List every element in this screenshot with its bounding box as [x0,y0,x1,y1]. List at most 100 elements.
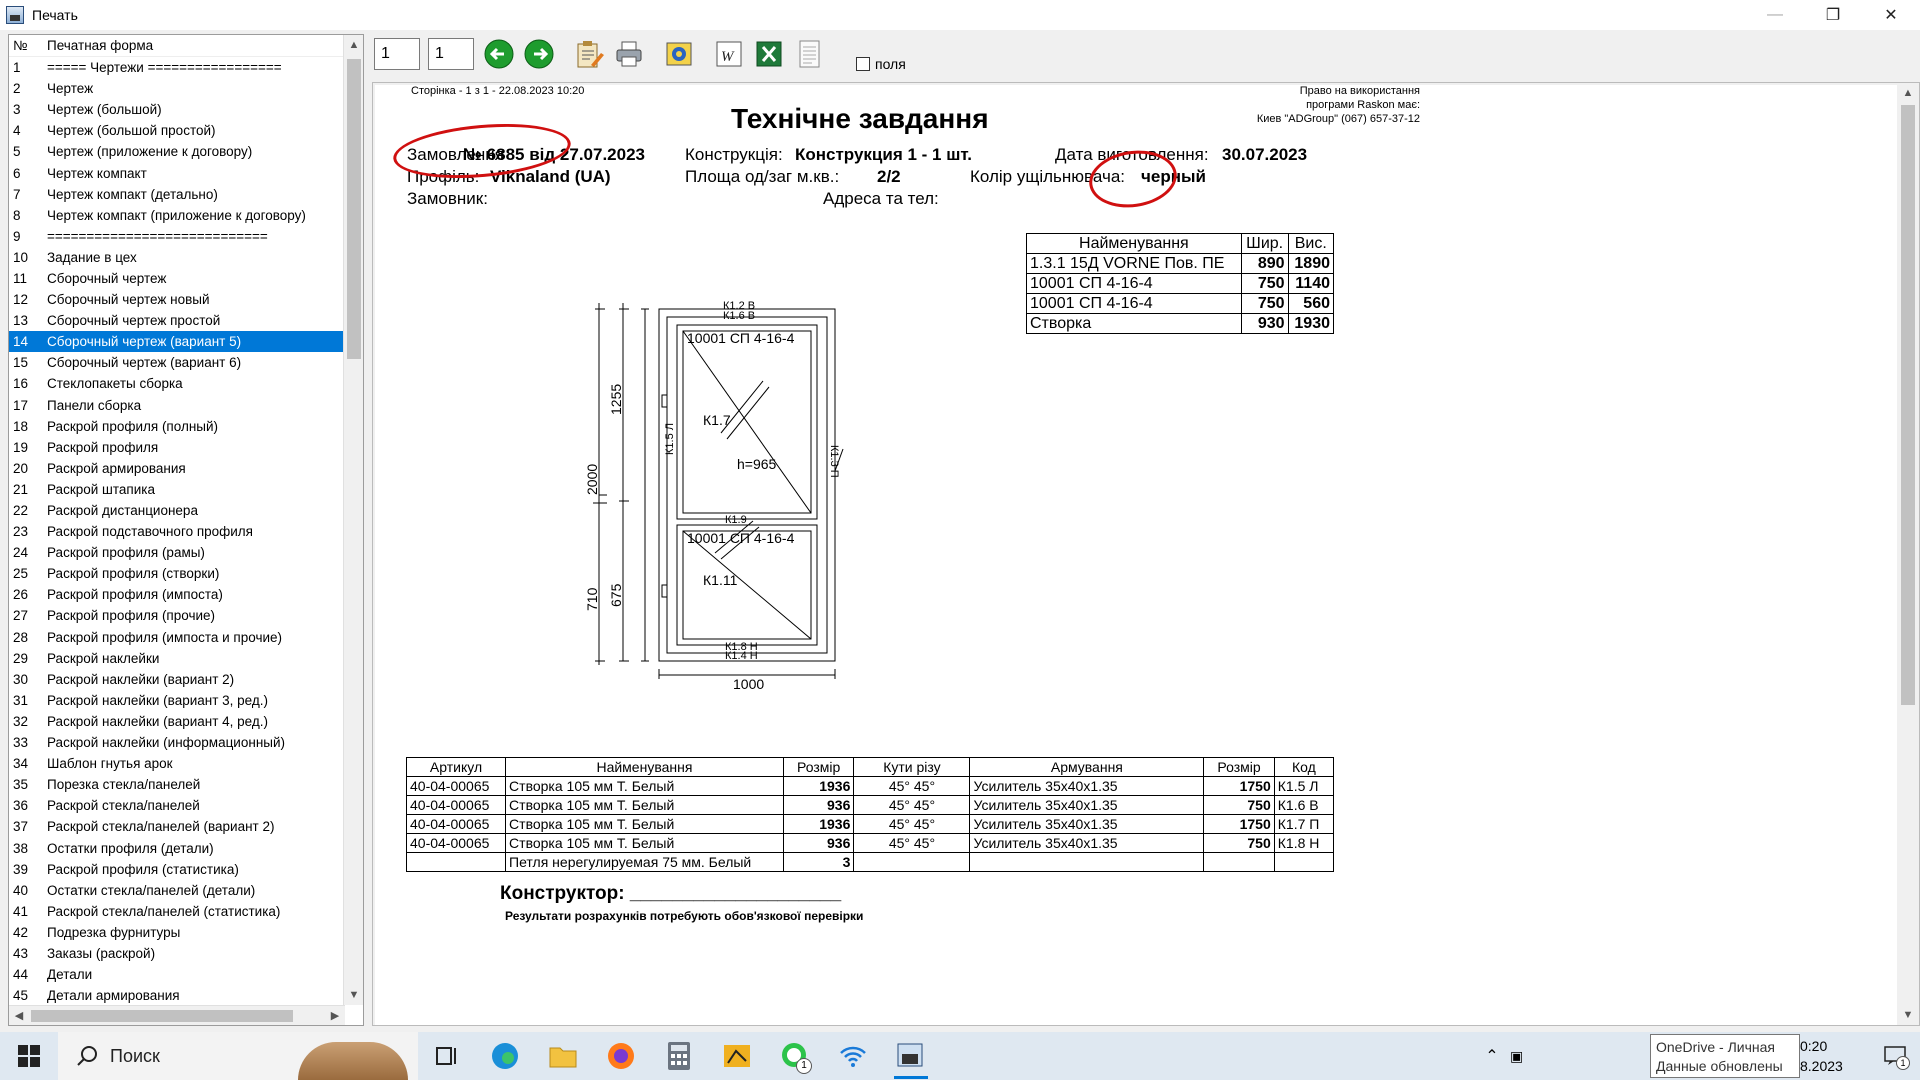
column-header-number[interactable]: № [9,38,47,53]
list-item[interactable]: 16 Стеклопакеты сборка [9,373,363,394]
list-item-label: Чертеж (большой) [47,102,162,118]
list-item[interactable]: 25 Раскрой профиля (створки) [9,563,363,584]
list-item[interactable]: 1 ===== Чертежи ================= [9,57,363,78]
list-item[interactable]: 17 Панели сборка [9,395,363,416]
print-button[interactable] [612,37,646,71]
list-item[interactable]: 4 Чертеж (большой простой) [9,120,363,141]
list-item[interactable]: 2 Чертеж [9,78,363,99]
list-item[interactable]: 21 Раскрой штапика [9,479,363,500]
close-button[interactable]: ✕ [1862,0,1920,30]
taskbar-edge[interactable] [476,1032,534,1080]
list-item[interactable]: 9 ============================ [9,226,363,247]
scrollbar-thumb[interactable] [31,1010,293,1022]
print-form-list[interactable]: № Печатная форма 1 ===== Чертежи ========… [8,34,364,1026]
list-item[interactable]: 31 Раскрой наклейки (вариант 3, ред.) [9,690,363,711]
list-item[interactable]: 8 Чертеж компакт (приложение к договору) [9,205,363,226]
list-item[interactable]: 14 Сборочный чертеж (вариант 5) [9,331,363,353]
list-item[interactable]: 13 Сборочный чертеж простой [9,310,363,331]
list-item[interactable]: 41 Раскрой стекла/панелей (статистика) [9,901,363,922]
search-highlight-image [298,1042,408,1080]
notifications-button[interactable]: 1 [1870,1046,1920,1070]
tray-expand-icon[interactable]: ⌃ [1474,1046,1510,1066]
scrollbar-thumb[interactable] [347,59,361,359]
taskbar-firefox[interactable] [592,1032,650,1080]
taskbar-raskon[interactable] [882,1032,940,1080]
start-button[interactable] [0,1032,58,1080]
meet-now-icon[interactable]: ▣ [1510,1048,1540,1065]
preview-vertical-scrollbar[interactable]: ▲ ▼ [1897,83,1919,1025]
list-item[interactable]: 43 Заказы (раскрой) [9,943,363,964]
page-to-input[interactable] [428,38,474,70]
scroll-up-arrow-icon[interactable]: ▲ [1897,83,1919,103]
list-item[interactable]: 44 Детали [9,964,363,985]
list-horizontal-scrollbar[interactable]: ◀ ▶ [9,1005,345,1025]
spec-cell: 560 [1287,293,1335,314]
export-word-button[interactable]: W [712,37,746,71]
list-item[interactable]: 26 Раскрой профиля (импоста) [9,584,363,605]
list-item[interactable]: 28 Раскрой профиля (импоста и прочие) [9,627,363,648]
page-setup-button[interactable] [572,37,606,71]
list-item[interactable]: 15 Сборочный чертеж (вариант 6) [9,352,363,373]
fields-checkbox-box[interactable] [856,57,870,71]
export-text-button[interactable] [792,37,826,71]
list-item[interactable]: 19 Раскрой профиля [9,437,363,458]
taskbar-search[interactable]: Поиск [58,1032,418,1080]
list-item[interactable]: 33 Раскрой наклейки (информационный) [9,732,363,753]
column-header-name[interactable]: Печатная форма [47,38,153,53]
taskbar-whatsapp[interactable]: 1 [766,1032,824,1080]
list-item-label: Сборочный чертеж новый [47,292,210,308]
list-item[interactable]: 32 Раскрой наклейки (вариант 4, ред.) [9,711,363,732]
taskbar-clock[interactable]: 0:20 8.2023 [1800,1036,1843,1076]
list-item[interactable]: 23 Раскрой подставочного профиля [9,521,363,542]
taskbar-network-app[interactable] [824,1032,882,1080]
page-from-input[interactable] [374,38,420,70]
list-item[interactable]: 5 Чертеж (приложение к договору) [9,141,363,162]
list-item[interactable]: 20 Раскрой армирования [9,458,363,479]
list-item-number: 25 [13,566,29,582]
scroll-up-arrow-icon[interactable]: ▲ [344,35,363,55]
preview-settings-button[interactable] [662,37,696,71]
taskbar-calculator[interactable] [650,1032,708,1080]
list-item[interactable]: 11 Сборочный чертеж [9,268,363,289]
list-item[interactable]: 24 Раскрой профиля (рамы) [9,542,363,563]
list-item[interactable]: 39 Раскрой профиля (статистика) [9,859,363,880]
prev-page-button[interactable] [482,37,516,71]
list-item[interactable]: 12 Сборочный чертеж новый [9,289,363,310]
list-item-label: Чертеж компакт (приложение к договору) [47,207,306,223]
list-item[interactable]: 37 Раскрой стекла/панелей (вариант 2) [9,816,363,837]
list-item[interactable]: 7 Чертеж компакт (детально) [9,184,363,205]
export-excel-button[interactable] [752,37,786,71]
scroll-down-arrow-icon[interactable]: ▼ [1897,1005,1919,1025]
scrollbar-thumb[interactable] [1901,105,1915,705]
parts-row: 40-04-00065 Створка 105 мм Т. Белый 1936 45… [405,776,1335,796]
list-item[interactable]: 42 Подрезка фурнитуры [9,922,363,943]
taskbar-explorer[interactable] [534,1032,592,1080]
minimize-button[interactable]: — [1746,0,1804,30]
list-item[interactable]: 45 Детали армирования [9,985,363,1006]
list-vertical-scrollbar[interactable]: ▲ ▼ [343,35,363,1005]
list-item[interactable]: 35 Порезка стекла/панелей [9,774,363,795]
list-item[interactable]: 30 Раскрой наклейки (вариант 2) [9,669,363,690]
list-item[interactable]: 6 Чертеж компакт [9,162,363,183]
task-view-button[interactable] [418,1032,476,1080]
fields-checkbox[interactable]: поля [856,56,906,72]
taskbar-app-yellow[interactable] [708,1032,766,1080]
list-item[interactable]: 3 Чертеж (большой) [9,99,363,120]
scroll-left-arrow-icon[interactable]: ◀ [9,1006,29,1025]
list-item-label: Стеклопакеты сборка [47,376,183,392]
list-item[interactable]: 10 Задание в цех [9,247,363,268]
maximize-button[interactable]: ❐ [1804,0,1862,30]
list-item[interactable]: 36 Раскрой стекла/панелей [9,795,363,816]
scroll-down-arrow-icon[interactable]: ▼ [344,985,363,1005]
list-item[interactable]: 29 Раскрой наклейки [9,648,363,669]
list-item[interactable]: 27 Раскрой профиля (прочие) [9,605,363,626]
list-item[interactable]: 22 Раскрой дистанционера [9,500,363,521]
whatsapp-badge: 1 [796,1058,812,1074]
scroll-right-arrow-icon[interactable]: ▶ [325,1006,345,1025]
list-item[interactable]: 38 Остатки профиля (детали) [9,837,363,858]
list-item-number: 11 [13,270,28,286]
next-page-button[interactable] [522,37,556,71]
list-item[interactable]: 40 Остатки стекла/панелей (детали) [9,880,363,901]
list-item[interactable]: 18 Раскрой профиля (полный) [9,416,363,437]
list-item[interactable]: 34 Шаблон гнутья арок [9,753,363,774]
